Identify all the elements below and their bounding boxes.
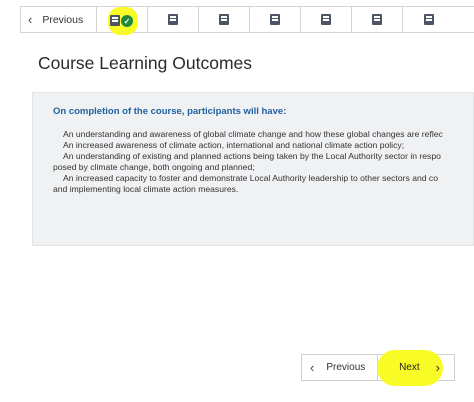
outcome-item: An understanding and awareness of global… (63, 129, 443, 139)
book-icon (372, 14, 382, 25)
step-2[interactable] (148, 7, 199, 32)
step-7[interactable] (403, 7, 454, 32)
step-3[interactable] (199, 7, 250, 32)
book-icon (168, 14, 178, 25)
previous-button-bottom[interactable]: ‹ Previous (302, 355, 379, 380)
chevron-left-icon: ‹ (28, 12, 33, 27)
book-icon (270, 14, 280, 25)
book-icon (110, 15, 120, 26)
previous-label: Previous (326, 362, 366, 373)
step-1-completed[interactable]: ✓ (97, 7, 148, 35)
previous-button-top[interactable]: ‹ Previous (21, 7, 97, 32)
outcome-item-continued: and implementing local climate action me… (53, 184, 239, 194)
outcome-item: An increased capacity to foster and demo… (63, 173, 438, 183)
step-5[interactable] (301, 7, 352, 32)
bottom-navigation: ‹ Previous Next › (301, 350, 455, 386)
previous-label: Previous (42, 13, 84, 26)
check-circle-icon: ✓ (121, 15, 133, 27)
book-icon (423, 14, 434, 25)
book-icon (321, 14, 331, 25)
step-6[interactable] (352, 7, 403, 32)
step-4[interactable] (250, 7, 301, 32)
chevron-left-icon: ‹ (310, 360, 315, 375)
outcomes-heading: On completion of the course, participant… (53, 106, 287, 117)
chevron-right-icon: › (435, 360, 440, 375)
book-icon (219, 14, 229, 25)
outcomes-panel: On completion of the course, participant… (32, 92, 474, 246)
next-label: Next (399, 362, 420, 373)
next-button[interactable]: Next › (377, 350, 454, 386)
outcome-item: An understanding of existing and planned… (63, 151, 441, 161)
page-title: Course Learning Outcomes (38, 53, 252, 73)
outcome-item-continued: posed by climate change, both ongoing an… (53, 162, 255, 172)
step-navigation: ‹ Previous ✓ (20, 6, 474, 35)
outcome-item: An increased awareness of climate action… (63, 140, 405, 150)
